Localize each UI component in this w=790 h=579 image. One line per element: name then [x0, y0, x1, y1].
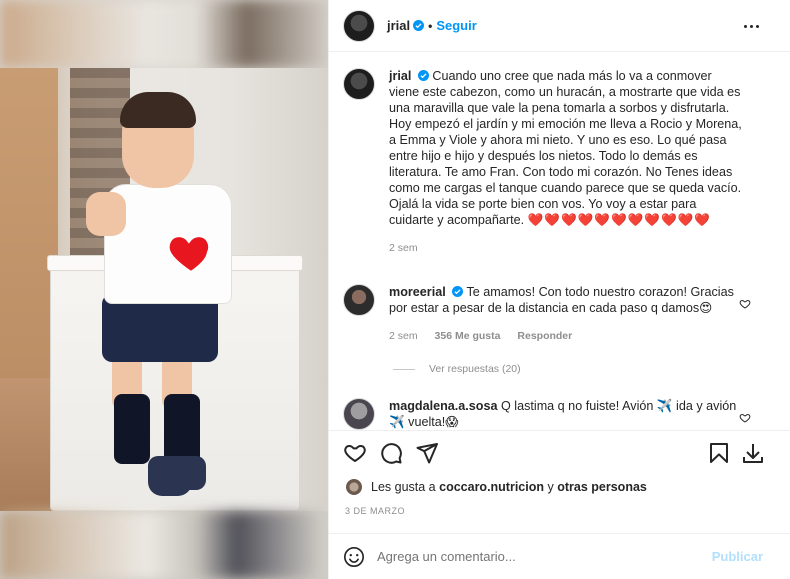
child-sock [164, 394, 200, 464]
replies-line [393, 368, 415, 370]
comment-body: moreerial Te amamos! Con todo nuestro co… [389, 284, 744, 344]
commenter-username[interactable]: moreerial [389, 285, 446, 299]
comment-meta: 2 sem 356 Me gusta Responder [389, 328, 744, 344]
view-replies-label[interactable]: Ver respuestas (20) [429, 363, 521, 375]
author-username[interactable]: jrial [387, 18, 410, 33]
follow-button[interactable]: Seguir [436, 18, 476, 33]
comment-likes[interactable]: 356 Me gusta [435, 330, 501, 342]
photo-blur-bottom [0, 511, 328, 579]
add-comment-bar: Publicar [329, 533, 790, 579]
comment-item: moreerial Te amamos! Con todo nuestro co… [343, 284, 773, 344]
commenter-avatar[interactable] [343, 284, 375, 316]
verified-badge-icon [413, 20, 425, 31]
post-actions-bar [329, 430, 790, 474]
like-heart-icon[interactable] [343, 441, 367, 465]
post-side-panel: jrial • Seguir jrial Cuando uno cree que… [328, 0, 790, 579]
liker-avatar[interactable] [345, 478, 363, 496]
caption-author[interactable]: jrial [389, 69, 411, 83]
liker-username[interactable]: coccaro.nutricion [439, 480, 544, 494]
caption-time[interactable]: 2 sem [389, 242, 418, 254]
more-options-icon[interactable] [741, 16, 761, 36]
post-date[interactable]: 3 DE MARZO [345, 506, 405, 516]
commenter-avatar[interactable] [343, 398, 375, 430]
child-sock [114, 394, 150, 464]
post-image [0, 68, 328, 511]
post-photo[interactable] [0, 0, 328, 579]
author-avatar[interactable] [343, 9, 375, 42]
caption-text: Cuando uno cree que nada más lo va a con… [389, 69, 742, 227]
publish-button[interactable]: Publicar [712, 549, 763, 564]
child-hair [120, 92, 196, 128]
child-shoe [148, 456, 192, 496]
likes-summary: Les gusta a coccaro.nutricion y otras pe… [345, 478, 647, 496]
photo-blur-top [0, 0, 328, 68]
emoji-smile-icon[interactable] [343, 546, 365, 568]
comment-time[interactable]: 2 sem [389, 330, 418, 342]
child-shorts [102, 294, 218, 362]
comment-like-heart-icon[interactable] [739, 298, 751, 310]
share-paper-plane-icon[interactable] [415, 441, 439, 465]
download-icon[interactable] [741, 441, 765, 465]
verified-badge-icon [452, 286, 464, 297]
likes-others-link[interactable]: otras personas [557, 480, 647, 494]
caption-meta: 2 sem [389, 240, 744, 256]
comment-body: magdalena.a.sosa Q lastima q no fuiste! … [389, 398, 744, 430]
caption-hearts: ❤️❤️❤️❤️❤️❤️❤️❤️❤️❤️❤️ [527, 213, 712, 227]
caption-author-avatar[interactable] [343, 68, 375, 100]
commenter-username[interactable]: magdalena.a.sosa [389, 399, 498, 413]
comment-item: magdalena.a.sosa Q lastima q no fuiste! … [343, 398, 773, 430]
caption-comment: jrial Cuando uno cree que nada más lo va… [343, 68, 773, 256]
comments-section[interactable]: jrial Cuando uno cree que nada más lo va… [329, 52, 790, 430]
comment-bubble-icon[interactable] [379, 441, 403, 465]
separator-dot: • [428, 18, 433, 33]
view-replies-button[interactable]: Ver respuestas (20) [393, 363, 521, 375]
likes-joiner: y [547, 480, 554, 494]
red-heart-icon [168, 235, 210, 273]
comment-like-heart-icon[interactable] [739, 412, 751, 424]
caption-body: jrial Cuando uno cree que nada más lo va… [389, 68, 744, 256]
save-bookmark-icon[interactable] [707, 441, 731, 465]
thumbs-up-hand [86, 192, 126, 236]
add-comment-input[interactable] [377, 549, 712, 564]
reply-button[interactable]: Responder [517, 330, 572, 342]
likes-prefix: Les gusta a [371, 480, 436, 494]
instagram-post-modal: jrial • Seguir jrial Cuando uno cree que… [0, 0, 790, 579]
post-header: jrial • Seguir [329, 0, 790, 52]
verified-badge-icon [417, 70, 429, 81]
